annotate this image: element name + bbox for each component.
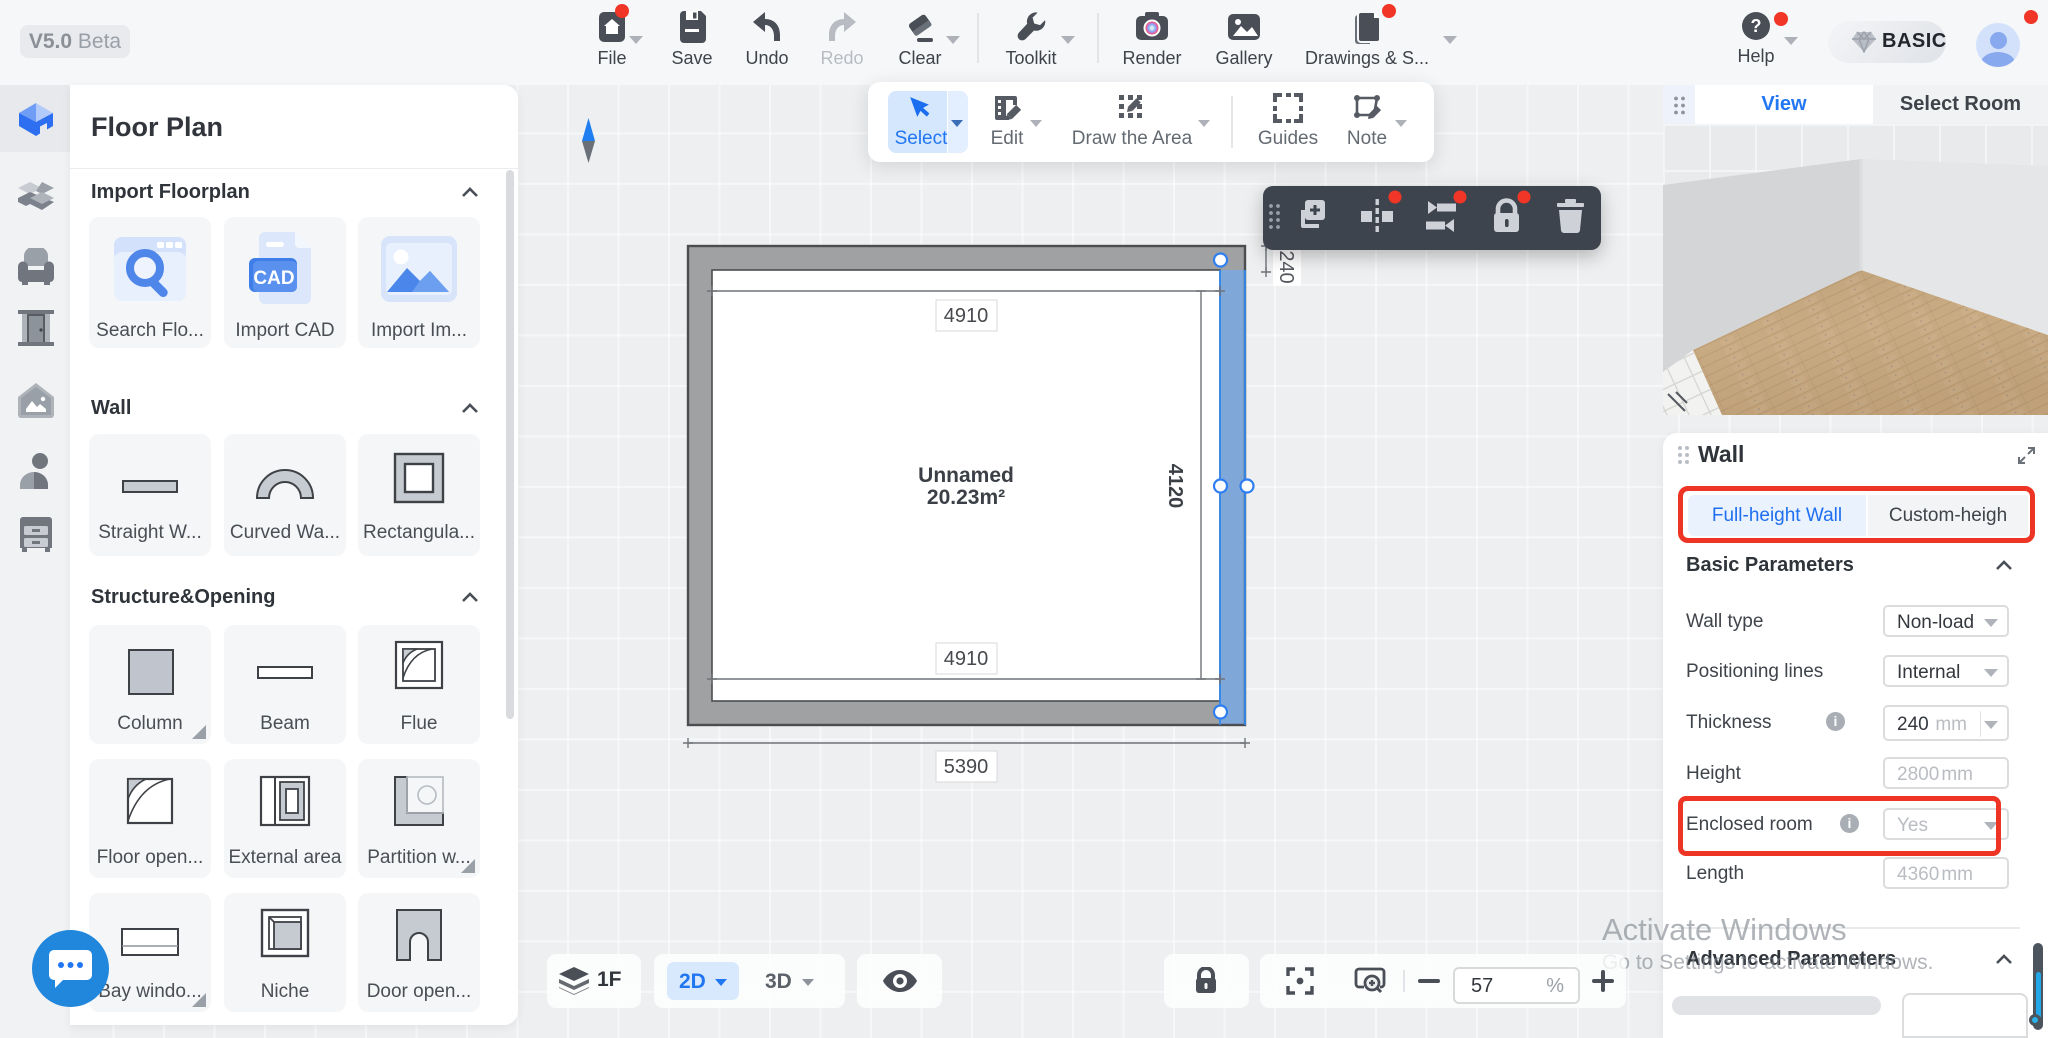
svg-text:4910: 4910: [944, 648, 989, 670]
svg-text:240: 240: [1275, 250, 1297, 283]
svg-text:20.23m²: 20.23m²: [927, 486, 1005, 509]
svg-text:4910: 4910: [944, 305, 989, 327]
svg-text:CAD: CAD: [253, 268, 294, 289]
svg-text:Unnamed: Unnamed: [918, 464, 1014, 487]
svg-text:4120: 4120: [1164, 464, 1186, 509]
svg-text:?: ?: [1751, 16, 1762, 36]
svg-text:5390: 5390: [944, 756, 989, 778]
